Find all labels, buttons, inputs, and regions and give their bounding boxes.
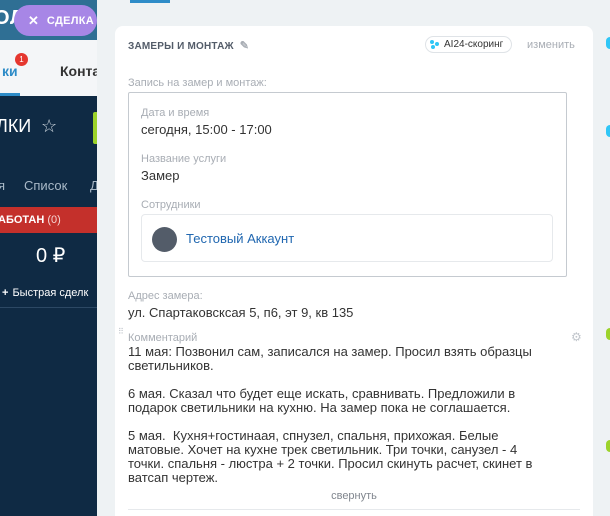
plus-icon: +: [2, 287, 9, 299]
section-card: ЗАМЕРЫ И МОНТАЖ ✎ AI24-скоринг изменить З…: [115, 26, 593, 516]
background-page: ОЛ ки 1 Конта ЛКИ ☆ я Список Д АБОТАН (0…: [0, 0, 100, 516]
view-list[interactable]: Список: [24, 178, 67, 193]
datetime-label: Дата и время: [141, 107, 210, 119]
ai-scoring-button[interactable]: AI24-скоринг: [425, 36, 513, 53]
stage-title: АБОТАН: [0, 214, 45, 226]
timeline-dot: [606, 328, 610, 340]
comment-label: Комментарий: [128, 332, 198, 344]
pencil-icon[interactable]: ✎: [240, 39, 249, 52]
drag-handle-icon[interactable]: ⠿: [118, 328, 124, 344]
quick-deal-label: Быстрая сделк: [12, 287, 89, 299]
change-link[interactable]: изменить: [527, 39, 575, 51]
active-tab-indicator: [130, 0, 170, 3]
tab-badge: 1: [15, 53, 28, 66]
collapse-link[interactable]: свернуть: [115, 490, 593, 502]
employees-label: Сотрудники: [141, 199, 201, 211]
view-kanban[interactable]: я: [0, 178, 5, 193]
gear-icon[interactable]: ⚙: [571, 330, 582, 344]
stage-amount: 0 ₽: [36, 245, 66, 267]
quick-deal-button[interactable]: + Быстрая сделк: [2, 287, 88, 299]
record-label: Запись на замер и монтаж:: [128, 77, 267, 89]
close-icon: ✕: [28, 12, 39, 28]
employee-name[interactable]: Тестовый Аккаунт: [186, 231, 294, 246]
timeline-dot: [606, 440, 610, 452]
ai-scoring-label: AI24-скоринг: [444, 39, 504, 50]
comment-text: 11 мая: Позвонил сам, записался на замер…: [128, 344, 533, 485]
deal-slider: ЗАМЕРЫ И МОНТАЖ ✎ AI24-скоринг изменить З…: [97, 0, 610, 516]
datetime-value: сегодня, 15:00 - 17:00: [141, 122, 272, 137]
background-title-row: ЛКИ ☆: [0, 96, 100, 166]
close-slider-button[interactable]: ✕ СДЕЛКА: [14, 5, 97, 36]
ai-scoring-icon: [430, 40, 439, 49]
page-title: ЛКИ: [0, 116, 32, 136]
close-slider-label: СДЕЛКА: [46, 14, 95, 27]
timeline-dot: [606, 37, 610, 49]
view-switcher: я Список Д: [0, 170, 100, 200]
booking-field[interactable]: Дата и время сегодня, 15:00 - 17:00 Назв…: [128, 92, 567, 277]
stage-name: АБОТАН (0): [0, 214, 61, 226]
tab-deals[interactable]: ки: [2, 63, 18, 79]
tab-contacts[interactable]: Конта: [60, 63, 100, 79]
employee-card[interactable]: Тестовый Аккаунт: [141, 214, 553, 262]
section-title: ЗАМЕРЫ И МОНТАЖ ✎: [128, 39, 249, 52]
avatar: [152, 227, 177, 252]
background-tabs: ки 1 Конта: [0, 40, 100, 96]
section-title-text: ЗАМЕРЫ И МОНТАЖ: [128, 41, 234, 52]
address-value: ул. Спартаковсксая 5, п6, эт 9, кв 135: [128, 305, 354, 320]
stage-count: (0): [47, 214, 61, 226]
star-icon[interactable]: ☆: [41, 116, 57, 137]
address-label: Адрес замера:: [128, 290, 203, 302]
divider: [128, 509, 580, 510]
stage-header: АБОТАН (0): [0, 207, 100, 233]
timeline-dot: [606, 125, 610, 137]
service-label: Название услуги: [141, 153, 227, 165]
divider: [0, 307, 100, 308]
service-value: Замер: [141, 168, 180, 183]
